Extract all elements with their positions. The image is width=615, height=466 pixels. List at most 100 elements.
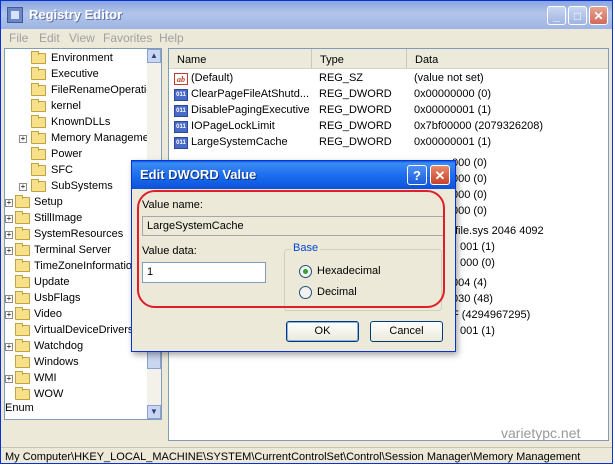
tree-item-label: Windows [34,356,79,368]
menu-bar: File Edit View Favorites Help [1,29,612,47]
dword-value-icon: 011 [174,89,188,101]
tree-item-label: Memory Manageme [51,132,149,144]
maximize-button[interactable]: □ [568,6,587,25]
base-group: Base Hexadecimal Decimal [284,242,442,311]
title-bar[interactable]: Registry Editor _ □ ✕ [1,1,612,29]
scroll-down-arrow-icon[interactable]: ▼ [147,405,161,419]
column-header-name[interactable]: Name [169,49,312,69]
scroll-up-arrow-icon[interactable]: ▲ [147,49,161,63]
string-value-icon: ab [174,73,188,85]
value-name: DisablePagingExecutive [191,104,310,116]
tree-item-label: UsbFlags [34,292,81,304]
folder-icon [15,291,30,304]
folder-icon [31,147,46,160]
value-name-label: Value name: [142,199,203,211]
ok-button[interactable]: OK [286,321,359,342]
base-group-title: Base [291,242,321,254]
tree-item-label: FileRenameOperatio [51,84,153,96]
value-data: 0x00000000 (0) [414,88,492,100]
value-type: REG_SZ [319,72,364,84]
cancel-button[interactable]: Cancel [370,321,443,342]
dword-value-icon: 011 [174,105,188,117]
tree-item-label: Power [51,148,83,160]
value-data-input[interactable]: 1 [142,262,266,283]
value-type: REG_DWORD [319,120,392,132]
value-data-label: Value data: [142,245,197,257]
value-data-partial: 001 (1) [460,241,495,253]
value-data-partial: file.sys 2046 4092 [455,225,544,237]
folder-icon [15,387,30,400]
value-name: (Default) [191,72,234,84]
menu-help[interactable]: Help [159,31,184,45]
value-name-field[interactable]: LargeSystemCache [142,216,444,236]
dword-value-icon: 011 [174,137,188,149]
value-data-partial: 000 (0) [460,257,495,269]
tree-item-label: VirtualDeviceDrivers [34,324,134,336]
expand-toggle[interactable]: + [5,231,13,239]
expand-toggle[interactable]: + [19,183,27,191]
folder-icon [15,323,30,336]
dialog-close-button[interactable]: ✕ [430,165,450,185]
folder-icon [31,131,46,144]
value-data-partial: 000 (0) [452,157,487,169]
tree-item-label: Environment [51,52,113,64]
expand-toggle[interactable]: + [19,135,27,143]
folder-icon [31,179,46,192]
value-row[interactable]: 011 LargeSystemCache REG_DWORD 0x0000000… [169,135,608,151]
expand-toggle[interactable]: + [5,311,13,319]
tree-item-label: SystemResources [34,228,124,240]
folder-icon [15,195,30,208]
value-name: ClearPageFileAtShutd... [191,88,310,100]
value-row[interactable]: 011 ClearPageFileAtShutd... REG_DWORD 0x… [169,87,608,103]
watermark-text: varietypc.net [501,425,581,441]
column-header-data[interactable]: Data [407,49,608,69]
expand-toggle[interactable]: + [5,343,13,351]
folder-icon [15,275,30,288]
value-data-partial: 030 (48) [452,293,493,305]
edit-dword-dialog: Edit DWORD Value ? ✕ Value name: LargeSy… [131,160,456,352]
menu-view[interactable]: View [69,31,95,45]
hexadecimal-radio[interactable] [299,265,312,278]
folder-icon [31,67,46,80]
menu-favorites[interactable]: Favorites [103,31,152,45]
decimal-label[interactable]: Decimal [317,286,357,298]
tree-item-label: kernel [51,100,81,112]
folder-icon [31,51,46,64]
value-row[interactable]: 011 DisablePagingExecutive REG_DWORD 0x0… [169,103,608,119]
hexadecimal-label[interactable]: Hexadecimal [317,265,381,277]
tree-item-label: Setup [34,196,63,208]
value-row[interactable]: 011 IOPageLockLimit REG_DWORD 0x7bf00000… [169,119,608,135]
expand-toggle[interactable]: + [5,247,13,255]
column-header-type[interactable]: Type [312,49,407,69]
expand-toggle[interactable]: + [5,375,13,383]
decimal-radio[interactable] [299,286,312,299]
value-data-partial: 000 (0) [452,173,487,185]
value-data: 0x00000001 (1) [414,136,492,148]
window-title: Registry Editor [29,7,123,22]
value-data: 0x7bf00000 (2079326208) [414,120,544,132]
folder-icon [15,243,30,256]
expand-toggle[interactable]: + [5,295,13,303]
tree-item-label: Watchdog [34,340,84,352]
menu-edit[interactable]: Edit [39,31,60,45]
expand-toggle[interactable]: + [5,215,13,223]
folder-icon [15,259,30,272]
tree-item-label: KnownDLLs [51,116,111,128]
dialog-title-bar[interactable]: Edit DWORD Value ? ✕ [132,161,455,189]
value-data: (value not set) [414,72,484,84]
minimize-button[interactable]: _ [547,6,566,25]
tree-item-label: StillImage [34,212,83,224]
value-data-partial: 000 (0) [452,189,487,201]
expand-toggle[interactable]: + [5,199,13,207]
value-row[interactable]: ab (Default) REG_SZ (value not set) [169,71,608,87]
registry-editor-icon [7,7,23,23]
tree-item-label: SFC [51,164,73,176]
status-bar: My Computer\HKEY_LOCAL_MACHINE\SYSTEM\Cu… [1,447,612,463]
value-data-partial: 000 (0) [452,205,487,217]
status-path: My Computer\HKEY_LOCAL_MACHINE\SYSTEM\Cu… [5,451,581,463]
menu-file[interactable]: File [9,31,28,45]
close-button[interactable]: ✕ [589,6,608,25]
help-button[interactable]: ? [407,165,427,185]
value-data-partial: 004 (4) [452,277,487,289]
tree-item-enum[interactable]: Enum [5,402,34,414]
